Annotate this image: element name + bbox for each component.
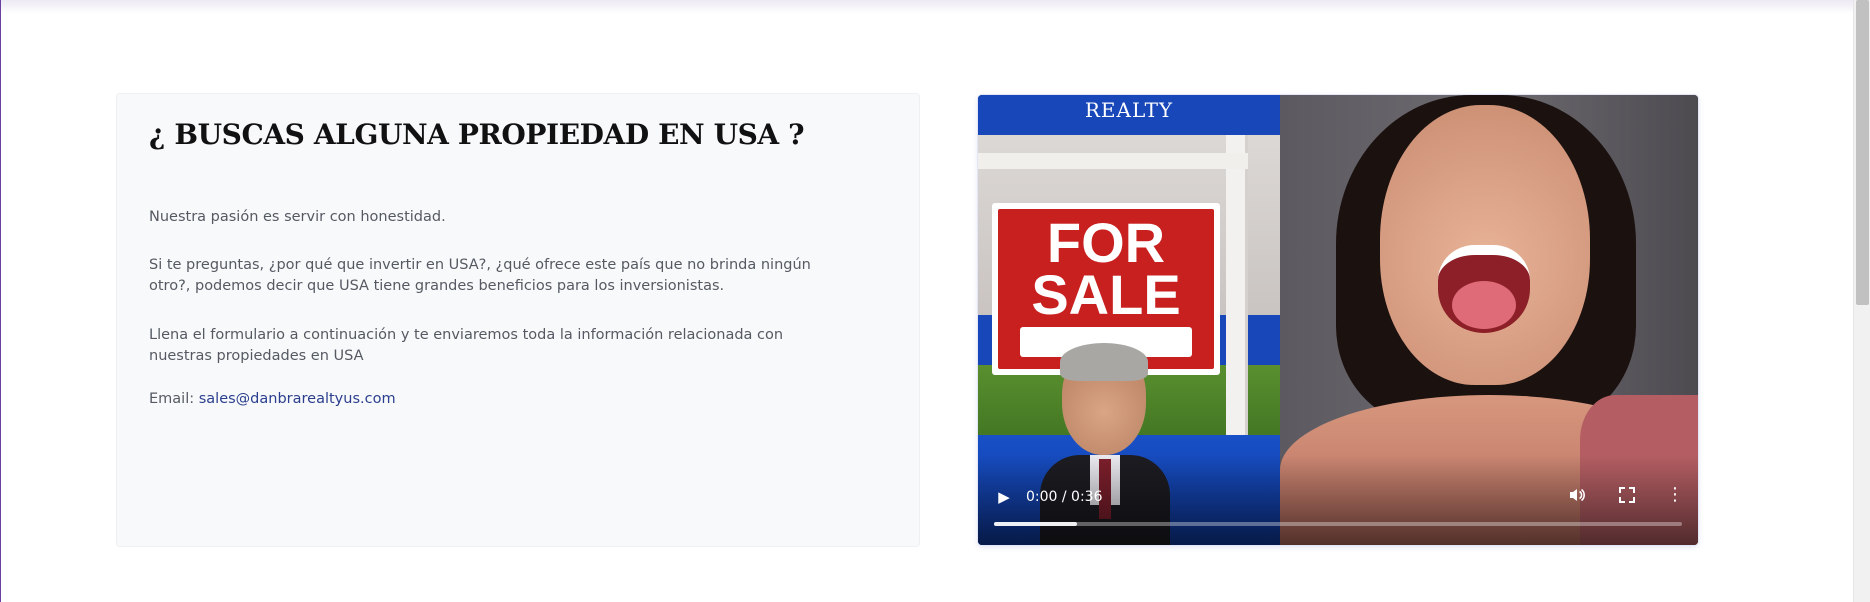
email-link[interactable]: sales@danbrarealtyus.com	[199, 391, 396, 407]
video-progress-bar[interactable]	[994, 522, 1682, 526]
sign-line-2: SALE	[1031, 263, 1181, 326]
scrollbar-thumb[interactable]	[1856, 0, 1869, 305]
email-line: Email: sales@danbrarealtyus.com	[149, 389, 849, 410]
more-options-icon[interactable]: ⋮	[1666, 484, 1684, 506]
form-paragraph: Llena el formulario a continuación y te …	[149, 327, 784, 364]
fullscreen-icon[interactable]	[1618, 486, 1636, 509]
investment-paragraph: Si te preguntas, ¿por qué que invertir e…	[149, 257, 811, 294]
intro-paragraph: Nuestra pasión es servir con honestidad.	[149, 209, 446, 225]
page-scrollbar[interactable]	[1853, 0, 1870, 602]
page: ¿ BUSCAS ALGUNA PROPIEDAD EN USA ? Nuest…	[0, 0, 1870, 602]
volume-icon[interactable]	[1568, 486, 1586, 509]
sign-line-1: FOR	[1046, 211, 1166, 274]
video-brand-text: REALTY	[1084, 98, 1174, 122]
property-info-card: ¿ BUSCAS ALGUNA PROPIEDAD EN USA ? Nuest…	[116, 93, 920, 547]
video-progress-fill	[994, 522, 1077, 526]
header-shadow	[1, 0, 1853, 14]
section-title: ¿ BUSCAS ALGUNA PROPIEDAD EN USA ?	[149, 118, 805, 151]
video-time-display: 0:00 / 0:36	[1026, 489, 1103, 505]
promo-video-player[interactable]: REALTY FOR SALE ▶ 0:00 / 0:36 ⋮	[978, 95, 1698, 545]
play-icon[interactable]: ▶	[994, 487, 1014, 507]
email-label: Email:	[149, 391, 195, 407]
